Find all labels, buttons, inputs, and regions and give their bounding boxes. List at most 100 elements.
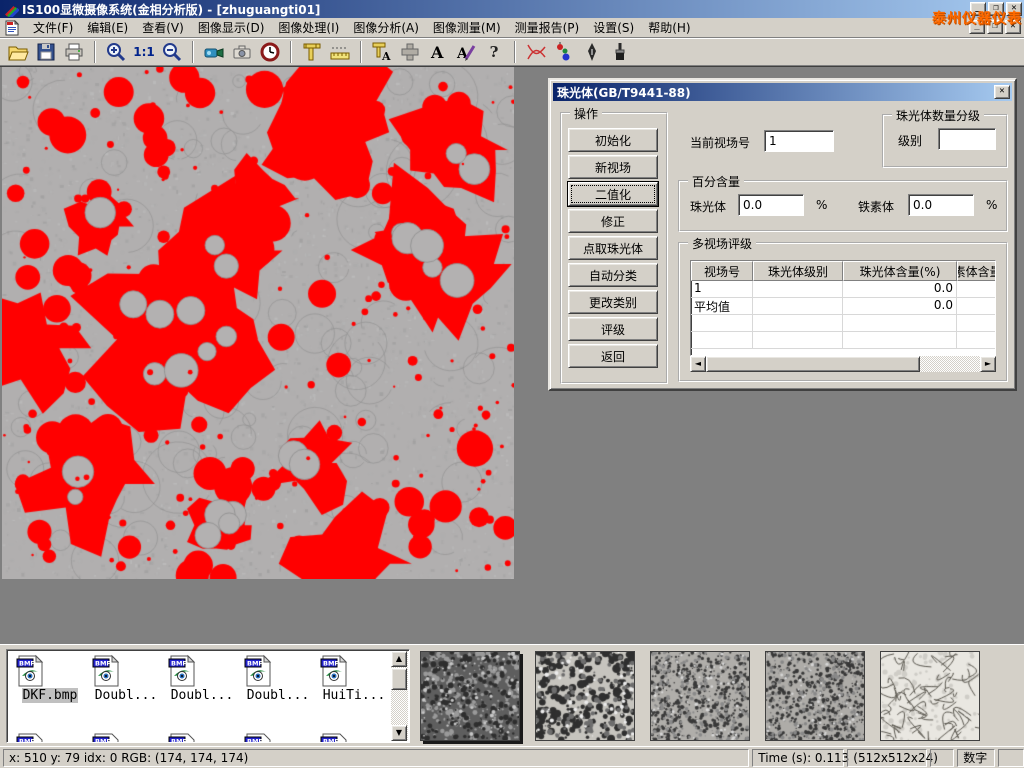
column-header-field[interactable]: 视场号 — [691, 261, 753, 281]
table-horizontal-scrollbar[interactable]: ◄ ► — [690, 356, 996, 372]
measure-text-icon[interactable]: A — [370, 40, 394, 64]
scrollbar-thumb[interactable] — [706, 356, 920, 372]
level-input[interactable] — [938, 128, 996, 150]
menu-edit[interactable]: 编辑(E) — [80, 17, 135, 38]
zoom-in-icon[interactable] — [104, 40, 128, 64]
current-field-input[interactable] — [764, 130, 834, 152]
file-item[interactable]: BMP Doubl... — [241, 654, 315, 703]
toolbar-separator — [514, 41, 516, 63]
time-status: Time (s): 0.113 — [752, 749, 844, 767]
menu-view[interactable]: 查看(V) — [135, 17, 191, 38]
rate-button[interactable]: 评级 — [568, 317, 658, 341]
file-item[interactable]: BMP — [241, 732, 315, 743]
file-browser[interactable]: BMP DKF.bmp BMP Doubl... BMP Doubl... BM… — [6, 649, 410, 743]
phase-balls-icon[interactable] — [552, 40, 576, 64]
table-row[interactable]: 平均值 0.0 — [691, 298, 995, 315]
binarize-button[interactable]: 二值化 — [568, 182, 658, 206]
new-field-button[interactable]: 新视场 — [568, 155, 658, 179]
caliper-icon[interactable] — [300, 40, 324, 64]
svg-text:BMP: BMP — [95, 660, 111, 668]
thumbnail-4[interactable] — [765, 651, 865, 741]
file-name[interactable]: Doubl... — [170, 688, 235, 703]
scrollbar-track[interactable] — [706, 356, 980, 372]
table-row[interactable]: 1 0.0 — [691, 281, 995, 298]
menu-settings[interactable]: 设置(S) — [586, 17, 641, 38]
thumbnail-3[interactable] — [650, 651, 750, 741]
initialize-button[interactable]: 初始化 — [568, 128, 658, 152]
auto-classify-button[interactable]: 自动分类 — [568, 263, 658, 287]
scroll-down-icon[interactable]: ▼ — [391, 725, 407, 741]
thumbnail-5[interactable] — [880, 651, 980, 741]
column-header-grade[interactable]: 珠光体级别 — [753, 261, 843, 281]
svg-text:BMP: BMP — [247, 660, 263, 668]
clock-icon[interactable] — [258, 40, 282, 64]
percent-group-label: 百分含量 — [688, 173, 744, 190]
thumbnail-1[interactable] — [420, 651, 520, 741]
correct-button[interactable]: 修正 — [568, 209, 658, 233]
ferrite-percent-input[interactable] — [908, 194, 974, 216]
pick-pearlite-button[interactable]: 点取珠光体 — [568, 236, 658, 260]
menu-file[interactable]: 文件(F) — [26, 17, 80, 38]
save-icon[interactable] — [34, 40, 58, 64]
actual-size-icon[interactable]: 1:1 — [132, 40, 156, 64]
file-name[interactable]: HuiTi... — [322, 688, 387, 703]
menu-image-process[interactable]: 图像处理(I) — [271, 17, 346, 38]
file-name[interactable]: DKF.bmp — [22, 688, 79, 703]
annotate-icon[interactable]: A — [454, 40, 478, 64]
cell-content: 0.0 — [843, 281, 957, 297]
change-class-button[interactable]: 更改类别 — [568, 290, 658, 314]
scroll-right-icon[interactable]: ► — [980, 356, 996, 372]
micrograph-image[interactable] — [2, 67, 514, 579]
column-header-ferrite[interactable]: 铁素体含量(%) — [957, 261, 996, 281]
file-item[interactable]: BMP — [89, 732, 163, 743]
menu-measure-report[interactable]: 测量报告(P) — [508, 17, 587, 38]
zoom-out-icon[interactable] — [160, 40, 184, 64]
bmp-file-icon: BMP — [241, 732, 275, 743]
svg-text:BMP: BMP — [247, 738, 263, 744]
dialog-title-bar[interactable]: 珠光体(GB/T9441-88) ✕ — [553, 83, 1012, 101]
file-name[interactable]: Doubl... — [246, 688, 311, 703]
multi-field-table[interactable]: 视场号 珠光体级别 珠光体含量(%) 铁素体含量(%) 1 0.0 平均值 0.… — [690, 260, 996, 356]
ruler-icon[interactable] — [328, 40, 352, 64]
menu-image-measure[interactable]: 图像测量(M) — [426, 17, 508, 38]
menu-image-analysis[interactable]: 图像分析(A) — [346, 17, 426, 38]
file-item[interactable]: BMP Doubl... — [165, 654, 239, 703]
column-header-content[interactable]: 珠光体含量(%) — [843, 261, 957, 281]
grid-icon[interactable] — [398, 40, 422, 64]
open-icon[interactable] — [6, 40, 30, 64]
file-item[interactable]: BMP — [13, 732, 87, 743]
thumbnail-2[interactable] — [535, 651, 635, 741]
pearlite-unit: % — [816, 198, 827, 212]
print-icon[interactable] — [62, 40, 86, 64]
grading-group-label: 珠光体数量分级 — [892, 107, 984, 124]
help-icon[interactable]: ? — [482, 40, 506, 64]
file-item[interactable]: BMP — [165, 732, 239, 743]
menu-image-display[interactable]: 图像显示(D) — [191, 17, 272, 38]
file-name[interactable]: Doubl... — [94, 688, 159, 703]
toolbar-separator — [360, 41, 362, 63]
file-item[interactable]: BMP HuiTi... — [317, 654, 391, 703]
pearlite-percent-input[interactable] — [738, 194, 804, 216]
menu-help[interactable]: 帮助(H) — [641, 17, 697, 38]
text-icon[interactable]: A — [426, 40, 450, 64]
scroll-left-icon[interactable]: ◄ — [690, 356, 706, 372]
curve-tool-icon[interactable] — [524, 40, 548, 64]
svg-text:BMP: BMP — [171, 738, 187, 744]
image-size-status: (512x512x24) — [847, 749, 927, 767]
file-item[interactable]: BMP DKF.bmp — [13, 654, 87, 703]
file-item[interactable]: BMP Doubl... — [89, 654, 163, 703]
scroll-up-icon[interactable]: ▲ — [391, 651, 407, 667]
operation-group-label: 操作 — [570, 105, 602, 122]
return-button[interactable]: 返回 — [568, 344, 658, 368]
document-icon[interactable] — [4, 20, 20, 36]
scrollbar-thumb[interactable] — [391, 668, 407, 690]
dialog-close-icon[interactable]: ✕ — [994, 85, 1010, 99]
pearlite-label: 珠光体 — [690, 198, 726, 215]
brush-icon[interactable] — [608, 40, 632, 64]
capture-icon[interactable] — [230, 40, 254, 64]
dialog-title-text: 珠光体(GB/T9441-88) — [557, 84, 691, 101]
file-item[interactable]: BMP — [317, 732, 391, 743]
pen-icon[interactable] — [580, 40, 604, 64]
file-vertical-scrollbar[interactable]: ▲ ▼ — [391, 651, 408, 741]
video-camera-icon[interactable] — [202, 40, 226, 64]
